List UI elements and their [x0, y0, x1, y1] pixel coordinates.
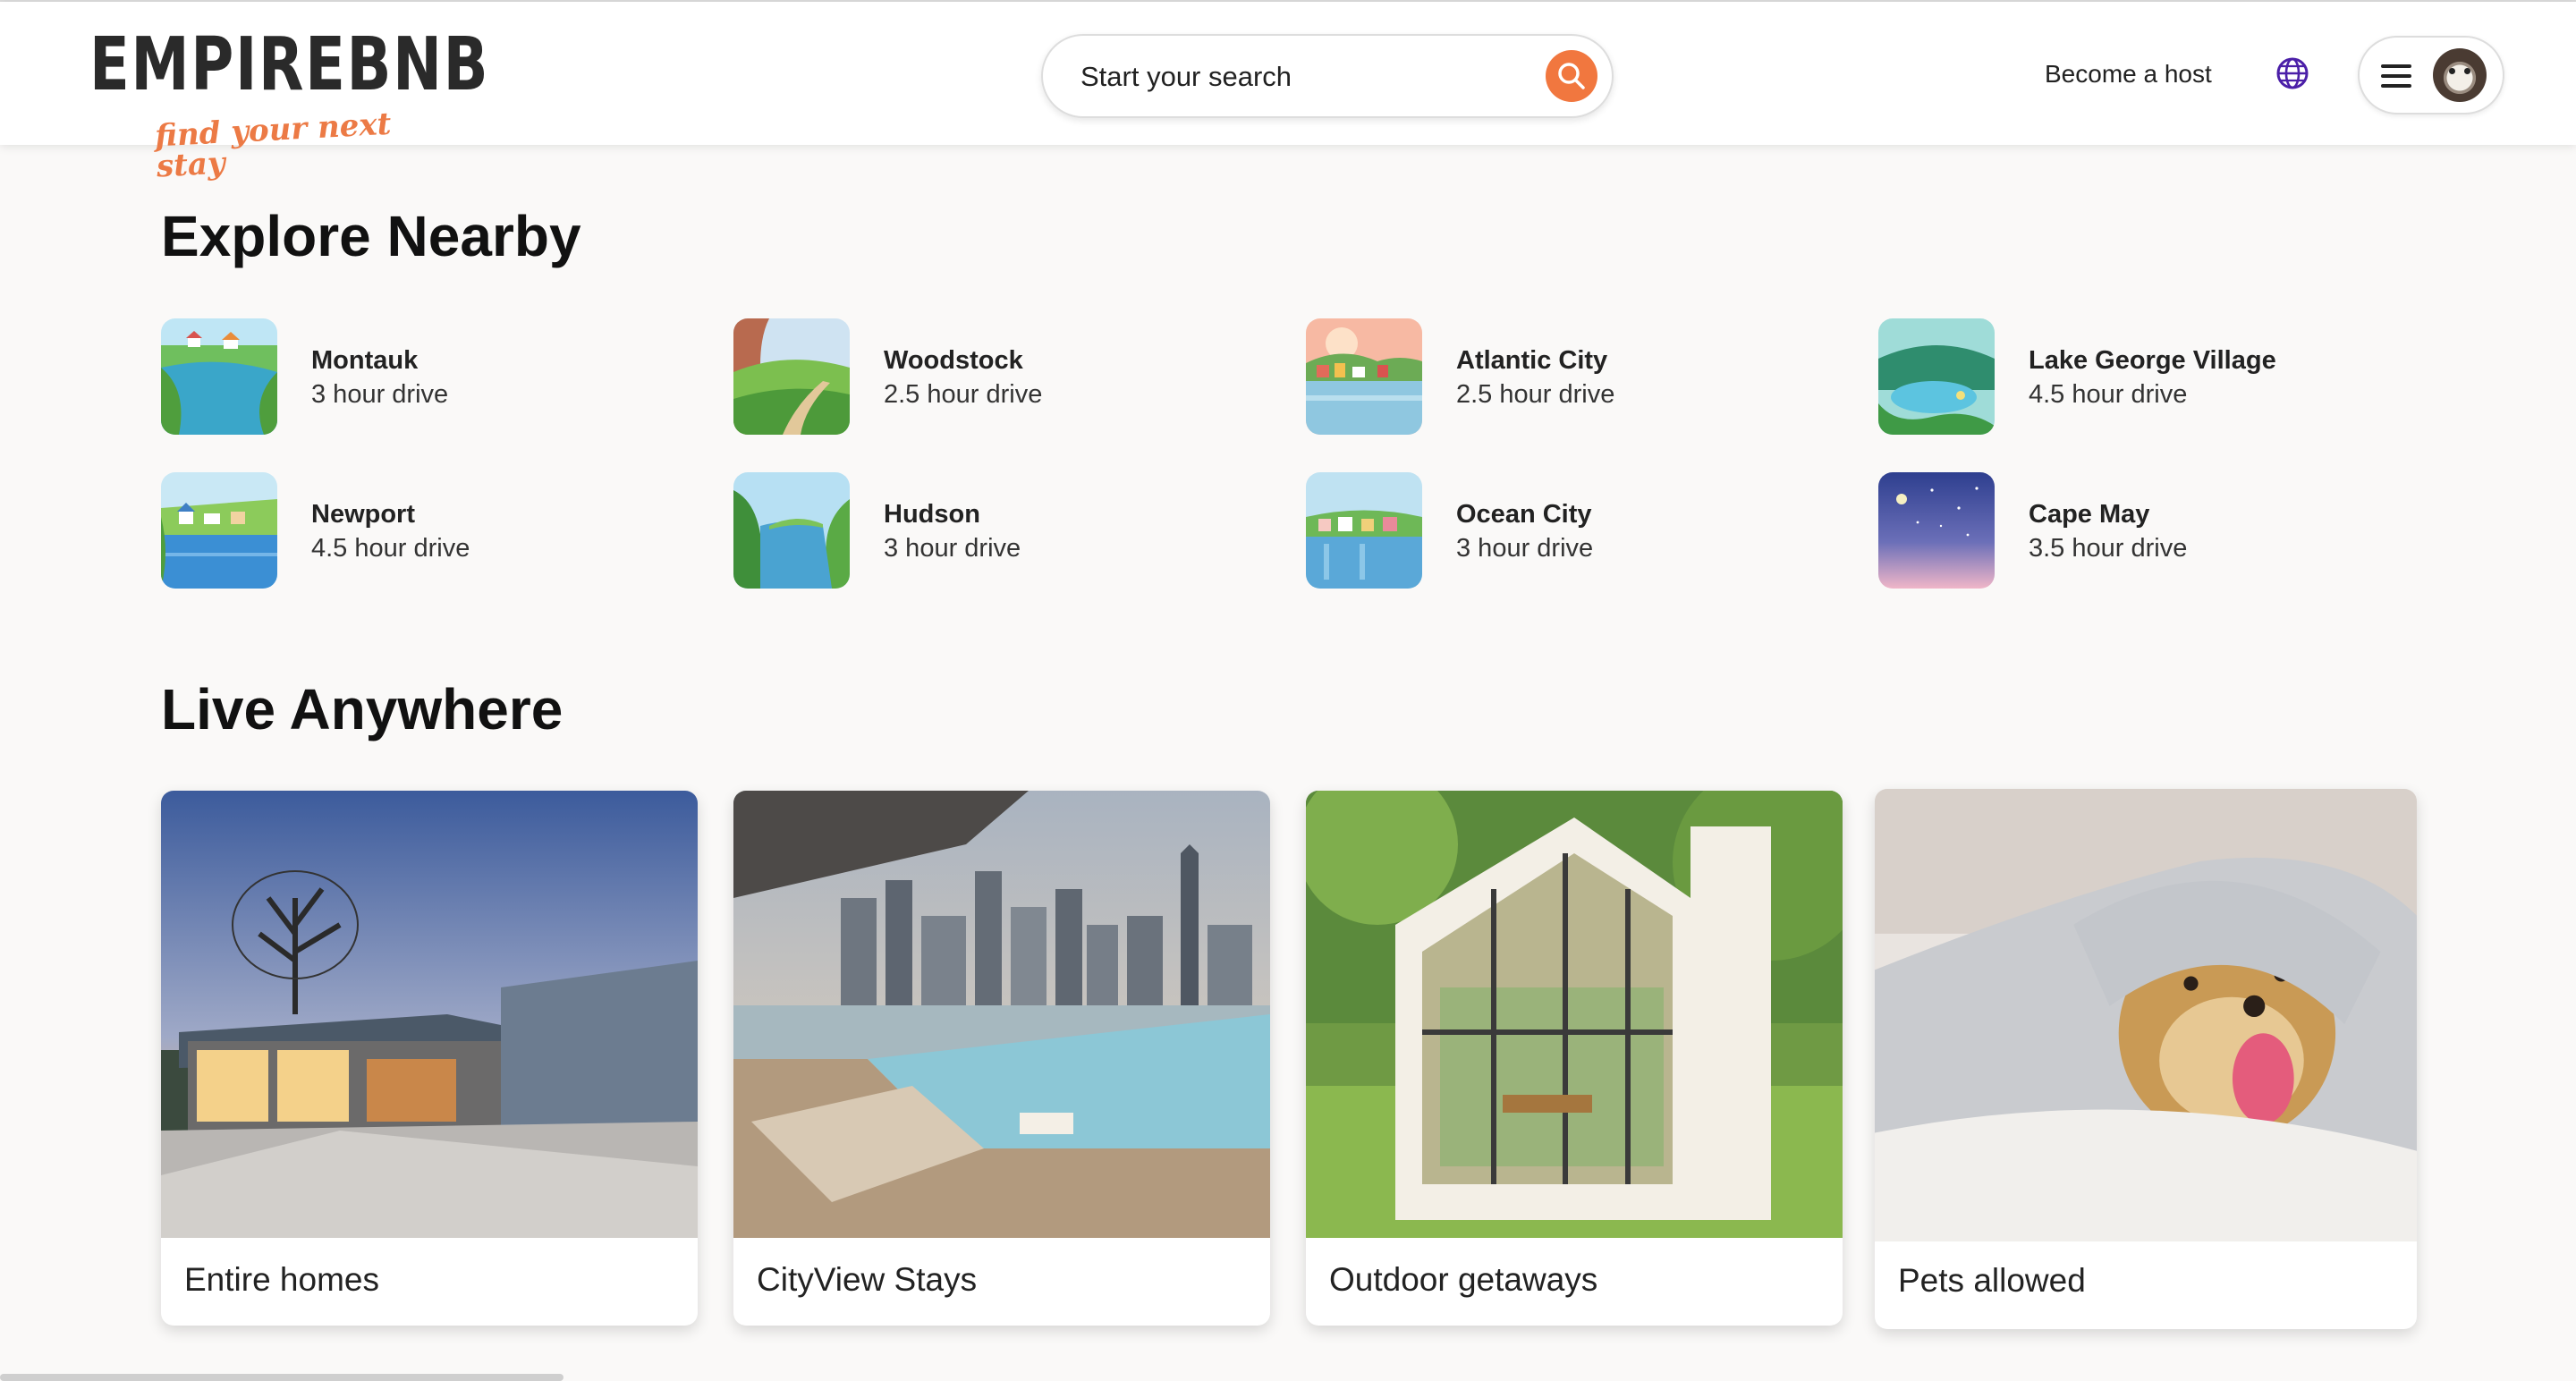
place-name: Atlantic City — [1456, 346, 1608, 375]
explore-nearby-title: Explore Nearby — [161, 204, 581, 268]
card-label: CityView Stays — [757, 1261, 978, 1298]
destination-thumbnail — [733, 472, 850, 589]
drive-time: 2.5 hour drive — [884, 380, 1043, 409]
card-entire-homes[interactable]: Entire homes — [161, 791, 698, 1326]
search-placeholder[interactable]: Start your search — [1080, 61, 1292, 93]
top-navigation-bar: EMPIREBNB find your next stay Start your… — [0, 2, 2576, 184]
destination-thumbnail — [1306, 472, 1422, 589]
user-menu-button[interactable] — [2358, 36, 2504, 114]
nearby-item-montauk[interactable]: Montauk 3 hour drive — [161, 318, 698, 435]
place-name: Woodstock — [884, 346, 1023, 375]
nearby-item-hudson[interactable]: Hudson 3 hour drive — [733, 472, 1270, 589]
nearby-item-woodstock[interactable]: Woodstock 2.5 hour drive — [733, 318, 1270, 435]
drive-time: 2.5 hour drive — [1456, 380, 1615, 409]
horizontal-scrollbar[interactable] — [0, 1374, 564, 1381]
nearby-item-newport[interactable]: Newport 4.5 hour drive — [161, 472, 698, 589]
place-name: Newport — [311, 500, 415, 529]
destination-thumbnail — [161, 318, 277, 435]
search-bar[interactable]: Start your search — [1041, 34, 1614, 118]
search-button[interactable] — [1546, 50, 1597, 102]
brand-logo[interactable]: EMPIREBNB find your next stay — [89, 29, 488, 185]
card-label: Pets allowed — [1898, 1262, 2086, 1299]
drive-time: 3.5 hour drive — [2029, 534, 2188, 563]
place-name: Hudson — [884, 500, 980, 529]
card-image — [1875, 789, 2417, 1241]
place-name: Montauk — [311, 346, 419, 375]
live-anywhere-title: Live Anywhere — [161, 677, 564, 741]
globe-icon[interactable] — [2275, 55, 2310, 91]
destination-thumbnail — [1878, 318, 1995, 435]
destination-thumbnail — [1306, 318, 1422, 435]
place-name: Ocean City — [1456, 500, 1592, 529]
become-a-host-link[interactable]: Become a host — [2045, 59, 2212, 89]
place-name: Cape May — [2029, 500, 2150, 529]
brand-name: EMPIREBNB — [89, 22, 490, 107]
drive-time: 3 hour drive — [884, 534, 1021, 563]
search-icon — [1558, 63, 1585, 89]
nearby-item-cape-may[interactable]: Cape May 3.5 hour drive — [1878, 472, 2415, 589]
drive-time: 3 hour drive — [1456, 534, 1594, 563]
nearby-item-atlantic-city[interactable]: Atlantic City 2.5 hour drive — [1306, 318, 1843, 435]
avatar — [2433, 48, 2487, 102]
menu-icon — [2381, 64, 2411, 88]
drive-time: 3 hour drive — [311, 380, 449, 409]
nearby-item-lake-george-village[interactable]: Lake George Village 4.5 hour drive — [1878, 318, 2415, 435]
card-label: Outdoor getaways — [1329, 1261, 1598, 1298]
place-name: Lake George Village — [2029, 346, 2276, 375]
drive-time: 4.5 hour drive — [2029, 380, 2188, 409]
card-pets-allowed[interactable]: Pets allowed — [1875, 789, 2417, 1329]
destination-thumbnail — [733, 318, 850, 435]
card-image — [161, 791, 698, 1238]
card-image — [733, 791, 1270, 1238]
card-outdoor-getaways[interactable]: Outdoor getaways — [1306, 791, 1843, 1326]
brand-tagline: find your next stay — [154, 106, 393, 185]
card-label: Entire homes — [184, 1261, 379, 1298]
card-image — [1306, 791, 1843, 1238]
destination-thumbnail — [161, 472, 277, 589]
destination-thumbnail — [1878, 472, 1995, 589]
nearby-item-ocean-city[interactable]: Ocean City 3 hour drive — [1306, 472, 1843, 589]
card-cityview-stays[interactable]: CityView Stays — [733, 791, 1270, 1326]
drive-time: 4.5 hour drive — [311, 534, 470, 563]
